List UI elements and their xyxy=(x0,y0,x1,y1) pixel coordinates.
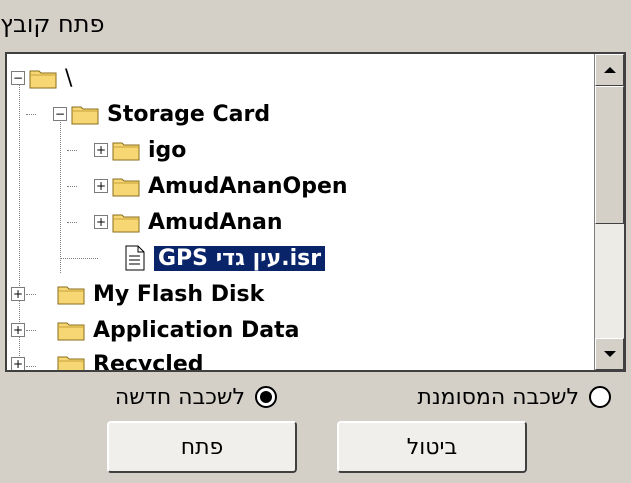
radio-new-layer-label: לשכבה חדשה xyxy=(114,384,245,410)
vertical-scrollbar[interactable] xyxy=(594,54,624,370)
tree-item-label: Storage Card xyxy=(107,101,271,127)
tree-connector xyxy=(67,186,77,187)
folder-icon xyxy=(57,322,85,341)
scroll-down-button[interactable] xyxy=(595,338,624,370)
expand-toggle-icon[interactable]: + xyxy=(94,179,108,193)
radio-marked-layer-label: לשכבה המסומנת xyxy=(417,384,579,410)
tree-connector xyxy=(60,115,61,273)
tree-item-label: igo xyxy=(148,137,187,163)
collapse-toggle-icon[interactable]: − xyxy=(53,107,67,121)
radio-new-layer[interactable]: לשכבה חדשה xyxy=(115,378,277,416)
folder-icon xyxy=(29,70,57,89)
tree-item-my-flash-disk[interactable]: + My Flash Disk xyxy=(11,276,264,312)
expand-toggle-icon[interactable]: + xyxy=(94,143,108,157)
folder-icon xyxy=(112,142,140,161)
folder-icon xyxy=(57,356,85,370)
tree-item-amudananopen[interactable]: + AmudAnanOpen xyxy=(94,168,348,204)
tree-connector xyxy=(60,258,98,259)
cancel-button[interactable]: ביטול xyxy=(337,421,527,473)
expand-toggle-icon[interactable]: + xyxy=(11,287,25,301)
tree-item-label: My Flash Disk xyxy=(93,281,265,307)
tree-item-amudanan[interactable]: + AmudAnan xyxy=(94,204,283,240)
tree-item-recycled[interactable]: + Recycled xyxy=(11,346,204,370)
tree-connector xyxy=(26,114,36,115)
file-tree: − \ − Storage Card + igo + AmudAnanOpen xyxy=(7,54,594,370)
tree-item-igo[interactable]: + igo xyxy=(94,132,186,168)
tree-connector xyxy=(67,222,77,223)
tree-item-gps-file[interactable]: GPS עין גדי.isr xyxy=(124,240,326,276)
tree-connector xyxy=(67,150,77,151)
radio-checked-icon[interactable] xyxy=(255,386,277,408)
tree-item-label-selected: GPS עין גדי.isr xyxy=(154,245,326,271)
folder-icon xyxy=(71,106,99,125)
expand-toggle-icon[interactable]: + xyxy=(11,357,25,370)
tree-item-label: \ xyxy=(65,65,73,91)
folder-icon xyxy=(112,214,140,233)
radio-unchecked-icon[interactable] xyxy=(589,386,611,408)
tree-item-label: Application Data xyxy=(93,317,300,343)
tree-item-label: Recycled xyxy=(93,351,204,371)
expand-toggle-icon[interactable]: + xyxy=(94,215,108,229)
open-file-dialog: פתח קובץ − \ − Storage Card + igo + Amud… xyxy=(0,0,631,483)
scroll-up-button[interactable] xyxy=(595,54,624,86)
tree-item-label: AmudAnanOpen xyxy=(148,173,348,199)
tree-item-application-data[interactable]: + Application Data xyxy=(11,312,299,348)
document-icon xyxy=(125,245,145,271)
folder-icon xyxy=(112,178,140,197)
tree-item-label: AmudAnan xyxy=(148,209,283,235)
expand-toggle-icon[interactable]: + xyxy=(11,323,25,337)
layer-options: לשכבה המסומנת לשכבה חדשה xyxy=(0,378,631,416)
tree-item-storage-card[interactable]: − Storage Card xyxy=(53,96,270,132)
folder-icon xyxy=(57,286,85,305)
dialog-title: פתח קובץ xyxy=(0,10,105,38)
arrow-up-icon xyxy=(603,67,616,73)
arrow-down-icon xyxy=(603,351,616,357)
radio-marked-layer[interactable]: לשכבה המסומנת xyxy=(417,378,611,416)
file-tree-panel: − \ − Storage Card + igo + AmudAnanOpen xyxy=(5,52,626,372)
collapse-toggle-icon[interactable]: − xyxy=(11,71,25,85)
open-button[interactable]: פתח xyxy=(107,421,297,473)
scroll-thumb[interactable] xyxy=(595,86,624,224)
tree-item-root[interactable]: − \ xyxy=(11,60,72,96)
